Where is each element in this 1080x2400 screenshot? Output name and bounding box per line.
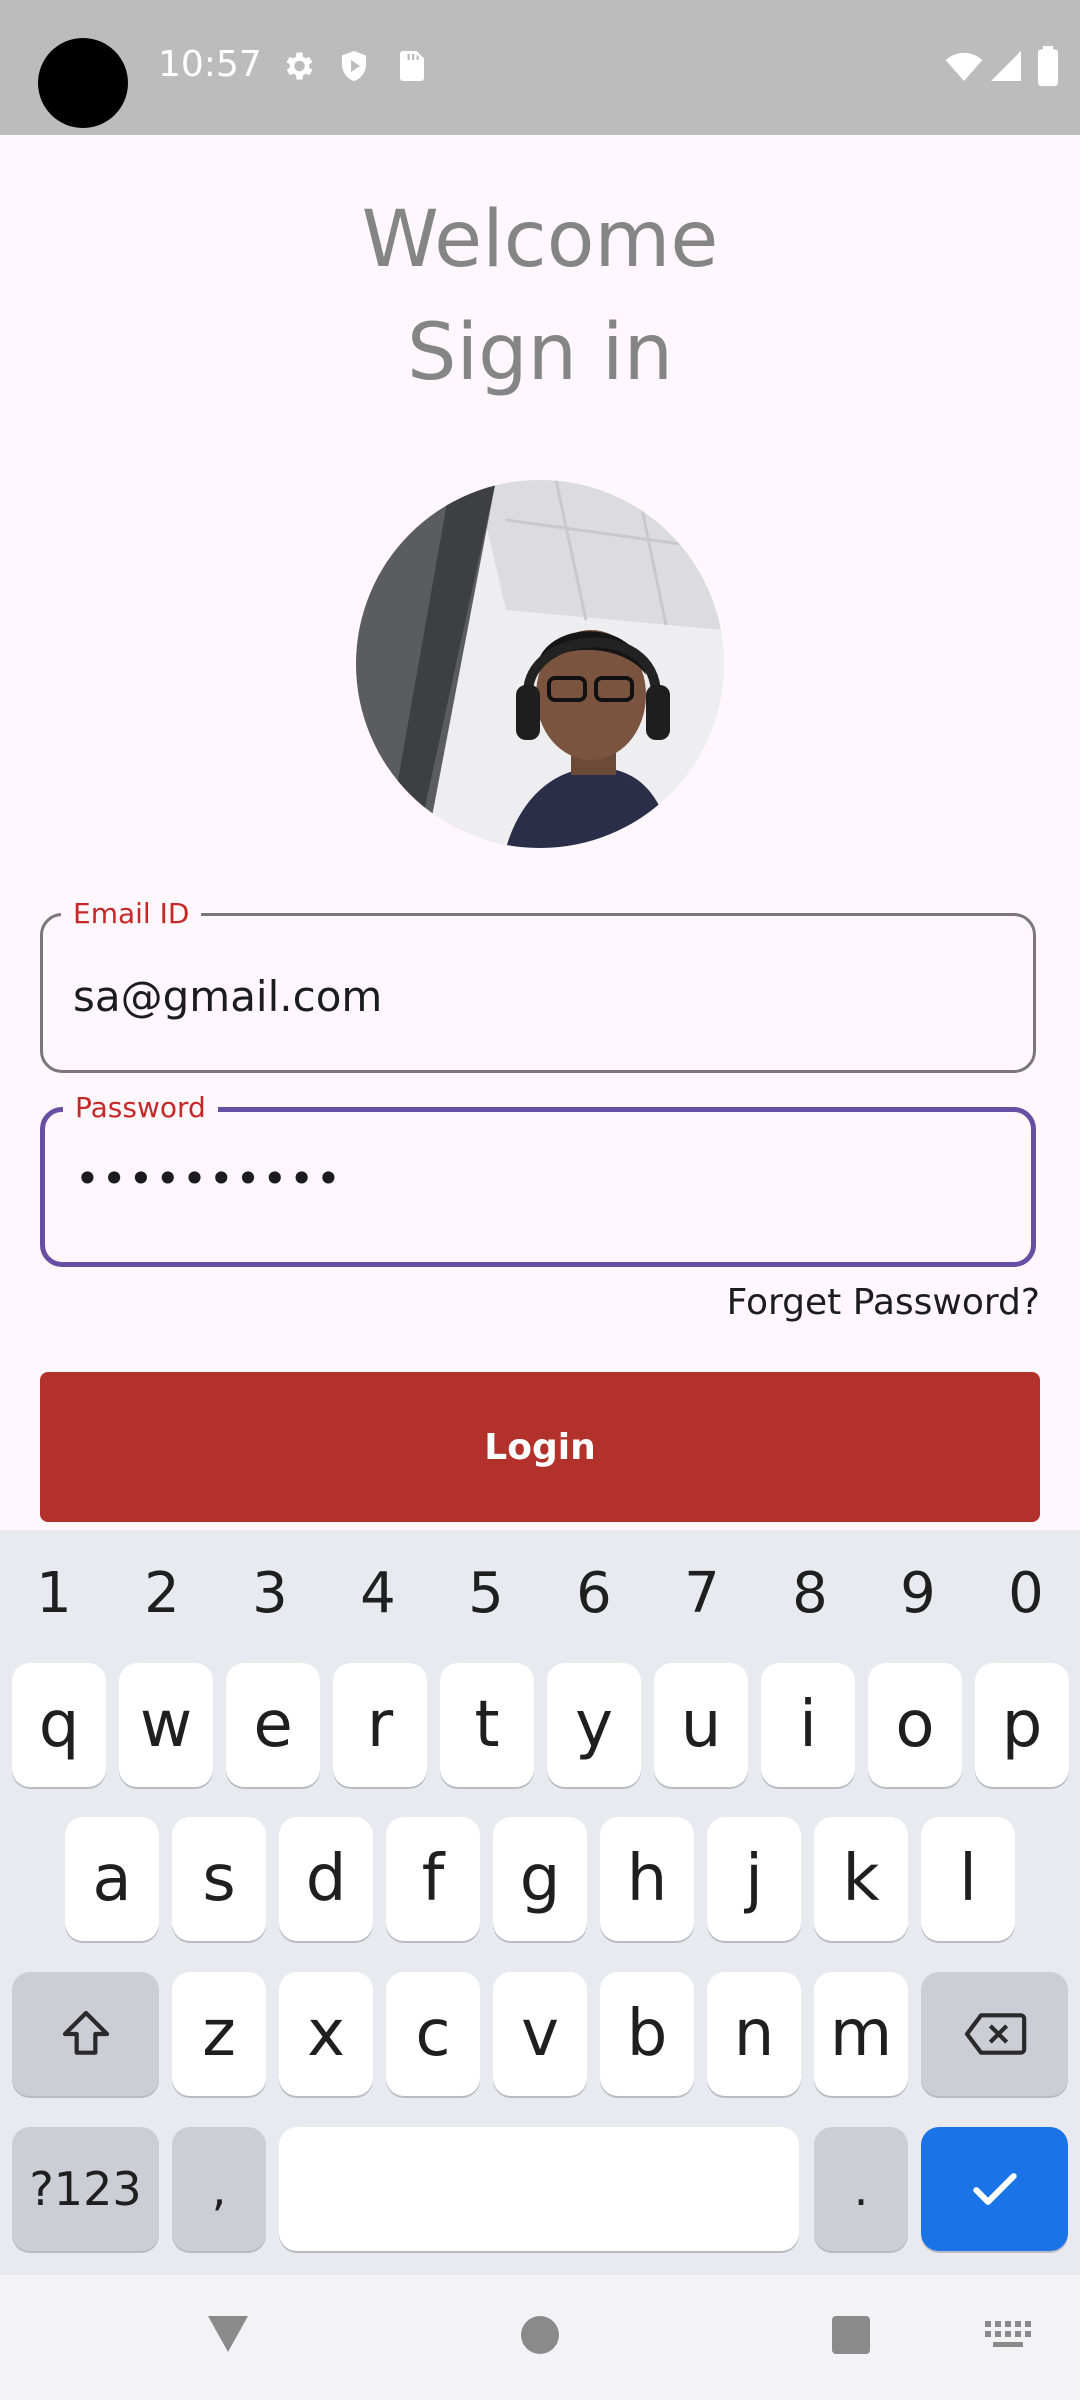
camera-cutout bbox=[38, 38, 128, 128]
key-v[interactable]: v bbox=[493, 1972, 587, 2096]
keyboard-switch-icon[interactable] bbox=[985, 2321, 1031, 2349]
symbols-key[interactable]: ?123 bbox=[12, 2127, 159, 2251]
password-field[interactable]: Password •••••••••• bbox=[40, 1091, 1036, 1267]
profile-avatar[interactable] bbox=[356, 480, 724, 848]
backspace-key[interactable] bbox=[921, 1972, 1068, 2096]
signin-heading: Sign in bbox=[406, 308, 674, 398]
key-c[interactable]: c bbox=[386, 1972, 480, 2096]
key-w[interactable]: w bbox=[119, 1663, 213, 1787]
shield-play-icon bbox=[342, 51, 366, 81]
cell-signal-icon bbox=[991, 51, 1021, 81]
key-r[interactable]: r bbox=[333, 1663, 427, 1787]
key-z[interactable]: z bbox=[172, 1972, 266, 2096]
key-p[interactable]: p bbox=[975, 1663, 1069, 1787]
key-5[interactable]: 5 bbox=[432, 1554, 540, 1634]
key-7[interactable]: 7 bbox=[648, 1554, 756, 1634]
space-key[interactable] bbox=[279, 2127, 799, 2251]
key-g[interactable]: g bbox=[493, 1817, 587, 1941]
status-bar: 10:57 bbox=[0, 0, 1080, 135]
key-2[interactable]: 2 bbox=[108, 1554, 216, 1634]
email-label: Email ID bbox=[61, 897, 202, 930]
email-value: sa@gmail.com bbox=[73, 972, 383, 1021]
welcome-heading: Welcome bbox=[361, 195, 719, 285]
profile-photo bbox=[356, 480, 724, 848]
home-nav-icon[interactable] bbox=[520, 2315, 560, 2355]
key-u[interactable]: u bbox=[654, 1663, 748, 1787]
soft-keyboard: 1 2 3 4 5 6 7 8 9 0 q w e r t y u i o p … bbox=[0, 1530, 1080, 2275]
key-1[interactable]: 1 bbox=[0, 1554, 108, 1634]
key-9[interactable]: 9 bbox=[864, 1554, 972, 1634]
shift-icon bbox=[62, 2010, 109, 2055]
forgot-password-link[interactable]: Forget Password? bbox=[727, 1282, 1040, 1323]
navigation-bar bbox=[0, 2275, 1080, 2400]
check-icon bbox=[972, 2173, 1017, 2205]
key-0[interactable]: 0 bbox=[972, 1554, 1080, 1634]
battery-icon bbox=[1038, 46, 1058, 86]
settings-gear-icon bbox=[286, 52, 313, 80]
key-f[interactable]: f bbox=[386, 1817, 480, 1941]
shift-key[interactable] bbox=[12, 1972, 159, 2096]
comma-key[interactable]: , bbox=[172, 2127, 266, 2251]
key-o[interactable]: o bbox=[868, 1663, 962, 1787]
backspace-icon bbox=[964, 2013, 1026, 2055]
period-key[interactable]: . bbox=[814, 2127, 908, 2251]
key-m[interactable]: m bbox=[814, 1972, 908, 2096]
key-h[interactable]: h bbox=[600, 1817, 694, 1941]
done-key[interactable] bbox=[921, 2127, 1068, 2251]
login-button[interactable]: Login bbox=[40, 1372, 1040, 1522]
key-6[interactable]: 6 bbox=[540, 1554, 648, 1634]
password-value: •••••••••• bbox=[75, 1154, 343, 1203]
wifi-icon bbox=[945, 52, 983, 81]
email-field[interactable]: Email ID sa@gmail.com bbox=[40, 897, 1036, 1073]
status-time: 10:57 bbox=[158, 44, 262, 85]
key-s[interactable]: s bbox=[172, 1817, 266, 1941]
key-l[interactable]: l bbox=[921, 1817, 1015, 1941]
key-i[interactable]: i bbox=[761, 1663, 855, 1787]
key-4[interactable]: 4 bbox=[324, 1554, 432, 1634]
key-b[interactable]: b bbox=[600, 1972, 694, 2096]
key-8[interactable]: 8 bbox=[756, 1554, 864, 1634]
key-e[interactable]: e bbox=[226, 1663, 320, 1787]
sd-card-icon bbox=[400, 51, 424, 81]
key-x[interactable]: x bbox=[279, 1972, 373, 2096]
recents-nav-icon[interactable] bbox=[831, 2315, 871, 2355]
key-3[interactable]: 3 bbox=[216, 1554, 324, 1634]
back-nav-icon[interactable] bbox=[205, 2313, 251, 2355]
key-k[interactable]: k bbox=[814, 1817, 908, 1941]
key-a[interactable]: a bbox=[65, 1817, 159, 1941]
key-j[interactable]: j bbox=[707, 1817, 801, 1941]
number-row: 1 2 3 4 5 6 7 8 9 0 bbox=[0, 1554, 1080, 1634]
key-n[interactable]: n bbox=[707, 1972, 801, 2096]
key-q[interactable]: q bbox=[12, 1663, 106, 1787]
key-t[interactable]: t bbox=[440, 1663, 534, 1787]
key-d[interactable]: d bbox=[279, 1817, 373, 1941]
key-y[interactable]: y bbox=[547, 1663, 641, 1787]
password-label: Password bbox=[63, 1091, 218, 1124]
